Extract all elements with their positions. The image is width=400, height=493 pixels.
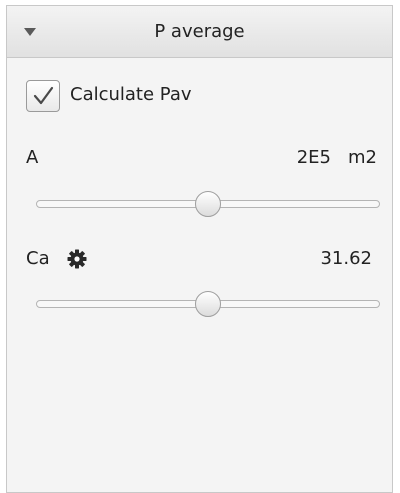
param-ca-slider[interactable]	[36, 290, 380, 320]
calculate-pav-label: Calculate Pav	[70, 84, 192, 105]
panel-title: P average	[154, 21, 245, 42]
calculate-pav-checkbox[interactable]	[26, 80, 60, 112]
checkmark-icon	[33, 86, 54, 105]
param-a-value: 2E5	[296, 147, 331, 168]
slider-thumb[interactable]	[195, 291, 221, 317]
param-a-slider[interactable]	[36, 190, 380, 220]
panel-header[interactable]: P average	[7, 6, 392, 58]
param-ca-value: 31.62	[320, 248, 372, 269]
param-a-label: A	[26, 147, 39, 168]
slider-thumb[interactable]	[195, 191, 221, 217]
param-ca-label: Ca	[26, 248, 50, 269]
param-a-unit: m2	[348, 147, 377, 168]
gear-icon[interactable]	[67, 249, 87, 269]
